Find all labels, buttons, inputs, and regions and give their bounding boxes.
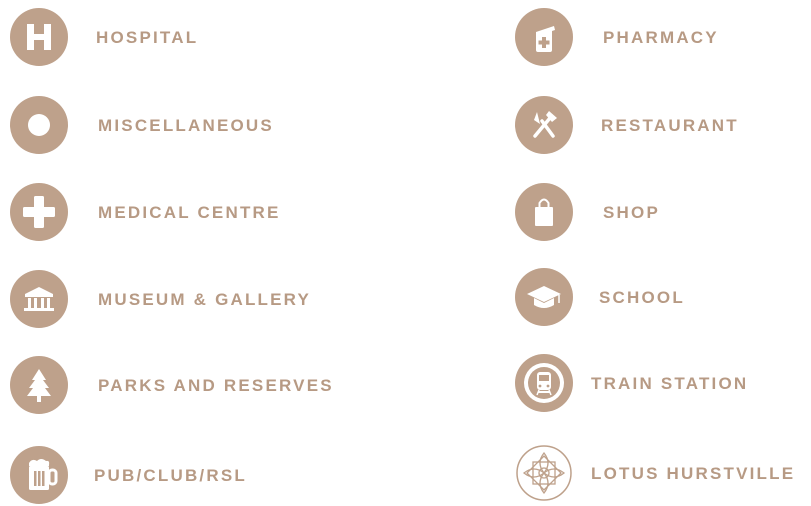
tree-icon <box>10 356 68 414</box>
shopping-bag-icon <box>515 183 573 241</box>
legend-label: SCHOOL <box>599 288 685 307</box>
beer-mug-icon <box>10 446 68 504</box>
legend-item-shop: SHOP <box>515 183 715 243</box>
legend-item-medical-centre: MEDICAL CENTRE <box>10 183 310 243</box>
legend-label: SHOP <box>603 203 660 222</box>
legend-label: MEDICAL CENTRE <box>98 203 281 222</box>
lotus-logo-icon <box>515 444 573 502</box>
legend-item-parks-reserves: PARKS AND RESERVES <box>10 356 360 416</box>
legend-item-museum-gallery: MUSEUM & GALLERY <box>10 270 330 330</box>
legend-item-train-station: TRAIN STATION <box>515 354 785 414</box>
hospital-icon <box>10 8 68 66</box>
legend-label: MISCELLANEOUS <box>98 116 274 135</box>
legend-item-miscellaneous: MISCELLANEOUS <box>10 96 310 156</box>
medical-cross-icon <box>10 183 68 241</box>
legend-label: PARKS AND RESERVES <box>98 376 334 395</box>
legend-label: RESTAURANT <box>601 116 739 135</box>
train-icon <box>515 354 573 412</box>
legend-item-school: SCHOOL <box>515 268 715 328</box>
legend-item-pub-club-rsl: PUB/CLUB/RSL <box>10 446 290 506</box>
legend-label: MUSEUM & GALLERY <box>98 290 312 309</box>
museum-icon <box>10 270 68 328</box>
restaurant-icon <box>515 96 573 154</box>
legend-item-pharmacy: PHARMACY <box>515 8 765 68</box>
legend-label: PHARMACY <box>603 28 719 47</box>
legend-label: LOTUS HURSTVILLE <box>591 464 796 483</box>
legend-item-lotus-hurstville: LOTUS HURSTVILLE <box>515 444 811 504</box>
legend-label: TRAIN STATION <box>591 374 749 393</box>
legend-item-restaurant: RESTAURANT <box>515 96 765 156</box>
map-legend: HOSPITAL MISCELLANEOUS MEDICAL CENTRE MU… <box>0 0 811 504</box>
graduation-cap-icon <box>515 268 573 326</box>
pharmacy-icon <box>515 8 573 66</box>
legend-label: HOSPITAL <box>96 28 199 47</box>
legend-item-hospital: HOSPITAL <box>10 8 250 68</box>
miscellaneous-icon <box>10 96 68 154</box>
legend-label: PUB/CLUB/RSL <box>94 466 247 485</box>
